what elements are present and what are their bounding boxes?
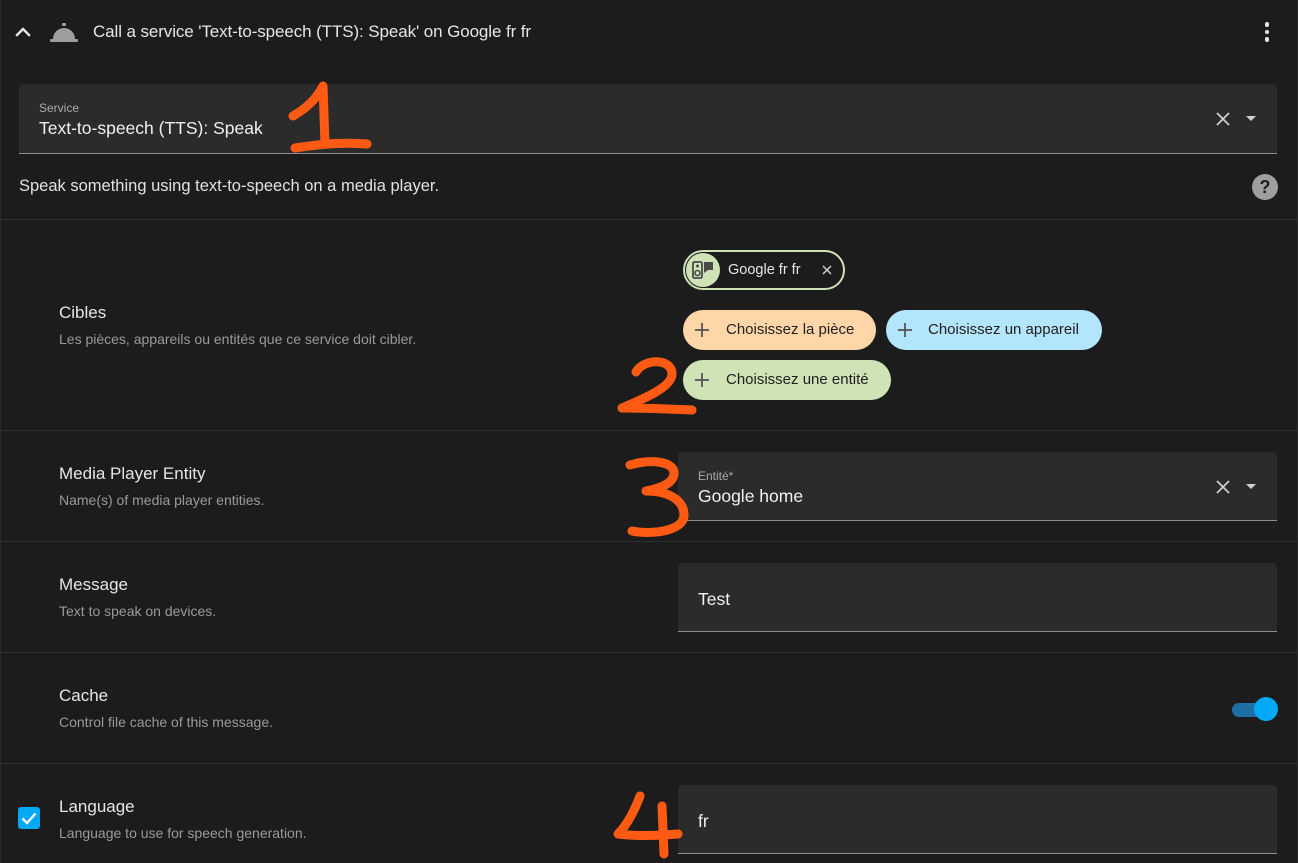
choose-area-label: Choisissez la pièce bbox=[726, 321, 855, 338]
close-icon[interactable] bbox=[1214, 478, 1232, 496]
message-input[interactable]: Test bbox=[678, 563, 1277, 632]
plus-icon bbox=[695, 373, 709, 387]
cache-description: Control file cache of this message. bbox=[59, 714, 273, 730]
selected-target-chip[interactable]: Google fr fr bbox=[683, 250, 845, 290]
selected-target-label: Google fr fr bbox=[728, 262, 801, 278]
chevron-up-icon[interactable] bbox=[13, 22, 33, 42]
message-description: Text to speak on devices. bbox=[59, 603, 217, 619]
message-value: Test bbox=[698, 589, 731, 609]
language-description: Language to use for speech generation. bbox=[59, 825, 307, 841]
language-title: Language bbox=[59, 797, 135, 816]
close-icon[interactable] bbox=[821, 264, 833, 276]
choose-entity-button[interactable]: Choisissez une entité bbox=[683, 360, 891, 400]
service-select[interactable]: Service Text-to-speech (TTS): Speak bbox=[19, 84, 1277, 154]
card-title: Call a service 'Text-to-speech (TTS): Sp… bbox=[93, 22, 531, 41]
media-player-title: Media Player Entity bbox=[59, 464, 206, 483]
plus-icon bbox=[695, 323, 709, 337]
plus-icon bbox=[898, 323, 912, 337]
close-icon[interactable] bbox=[1214, 110, 1232, 128]
divider bbox=[1, 541, 1297, 542]
choose-area-button[interactable]: Choisissez la pièce bbox=[683, 310, 876, 350]
divider bbox=[1, 219, 1297, 220]
language-value: fr bbox=[698, 811, 709, 831]
entity-label: Entité* bbox=[698, 469, 734, 483]
help-icon[interactable]: ? bbox=[1252, 174, 1278, 200]
service-action-card: Call a service 'Text-to-speech (TTS): Sp… bbox=[0, 0, 1298, 863]
cache-toggle[interactable] bbox=[1232, 697, 1278, 721]
entity-select[interactable]: Entité* Google home bbox=[678, 452, 1277, 521]
more-vert-icon[interactable] bbox=[1257, 22, 1277, 46]
choose-entity-label: Choisissez une entité bbox=[726, 371, 869, 388]
speaker-icon bbox=[686, 253, 720, 287]
cache-title: Cache bbox=[59, 686, 109, 705]
service-value: Text-to-speech (TTS): Speak bbox=[39, 118, 263, 138]
card-header[interactable]: Call a service 'Text-to-speech (TTS): Sp… bbox=[1, 0, 1297, 66]
language-checkbox[interactable] bbox=[18, 807, 40, 829]
divider bbox=[1, 652, 1297, 653]
dropdown-arrow-icon[interactable] bbox=[1246, 484, 1256, 489]
message-title: Message bbox=[59, 575, 128, 594]
media-player-description: Name(s) of media player entities. bbox=[59, 492, 265, 508]
entity-value: Google home bbox=[698, 486, 804, 506]
service-description: Speak something using text-to-speech on … bbox=[19, 177, 440, 195]
targets-description: Les pièces, appareils ou entités que ce … bbox=[59, 331, 417, 347]
language-input[interactable]: fr bbox=[678, 785, 1277, 854]
targets-title: Cibles bbox=[59, 303, 107, 322]
check-icon bbox=[21, 812, 37, 825]
dropdown-arrow-icon[interactable] bbox=[1246, 116, 1256, 121]
divider bbox=[1, 430, 1297, 431]
choose-device-label: Choisissez un appareil bbox=[928, 321, 1079, 338]
service-label: Service bbox=[39, 101, 80, 115]
divider bbox=[1, 763, 1297, 764]
service-bell-icon bbox=[50, 23, 78, 42]
choose-device-button[interactable]: Choisissez un appareil bbox=[886, 310, 1102, 350]
